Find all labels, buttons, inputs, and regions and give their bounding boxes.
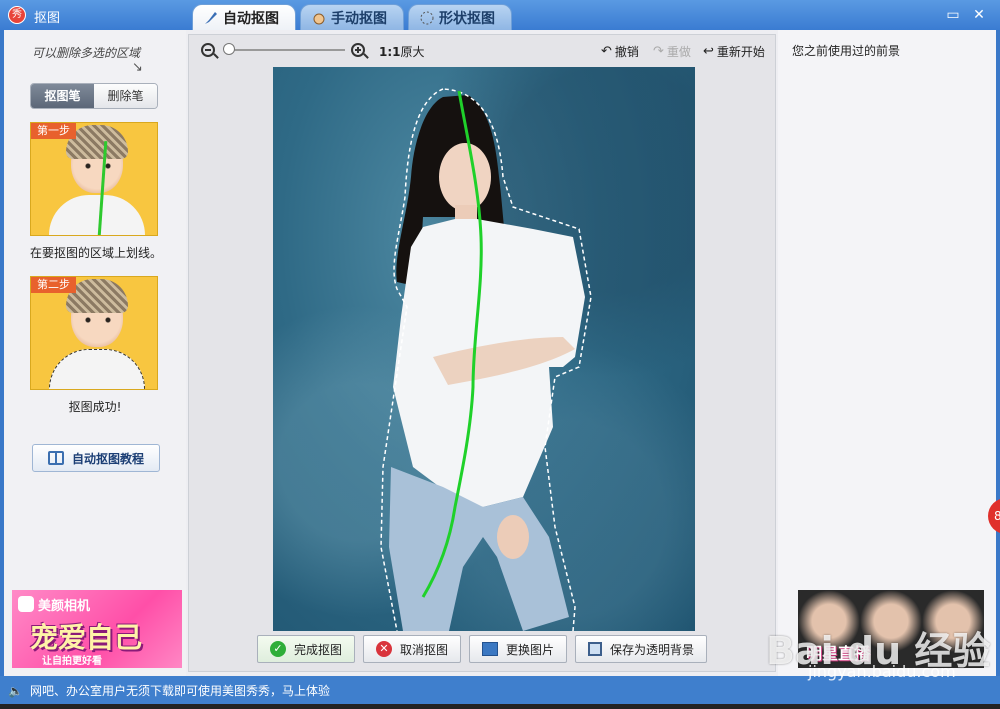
zoom-out-icon[interactable] xyxy=(201,43,215,57)
step-one-caption: 在要抠图的区域上划线。 xyxy=(30,246,163,260)
undo-icon: ↶ xyxy=(601,44,612,59)
pen-toggle: 抠图笔 删除笔 xyxy=(30,83,158,109)
step-one-image: 第一步 xyxy=(30,122,158,236)
tab-auto-cutout[interactable]: 自动抠图 xyxy=(192,4,296,30)
save-label: 保存为透明背景 xyxy=(610,642,695,657)
tutorial-button[interactable]: 自动抠图教程 xyxy=(32,444,160,472)
tutorial-label: 自动抠图教程 xyxy=(71,451,144,466)
notification-bubble[interactable]: 8 xyxy=(988,498,1000,534)
zoom-slider[interactable] xyxy=(227,49,345,51)
title-bar: 秀 抠图 自动抠图 手动抠图 形状抠图 ▭ ✕ xyxy=(0,0,1000,30)
step-two-caption: 抠图成功! xyxy=(68,400,122,414)
redo-button[interactable]: ↷ 重做 xyxy=(653,43,691,60)
restart-button[interactable]: ↩ 重新开始 xyxy=(703,43,765,60)
finish-label: 完成抠图 xyxy=(293,642,342,657)
change-image-button[interactable]: 更换图片 xyxy=(469,635,568,663)
save-icon xyxy=(588,642,603,656)
cutout-pen-button[interactable]: 抠图笔 xyxy=(31,84,94,108)
redo-label: 重做 xyxy=(666,45,691,59)
ad-headline: 宠爱自己 xyxy=(30,621,143,654)
step-badge: 第二步 xyxy=(31,277,76,293)
one-to-one-label: 1:1 xyxy=(379,45,401,59)
ad-subline: 让自拍更好看 xyxy=(42,656,102,667)
work-area: 1:1原大 ↶ 撤销 ↷ 重做 ↩ 重新开始 ✓ 完成抠图 ✕ 取消抠图 更换图… xyxy=(188,34,776,672)
main-panel: 可以删除多选的区域 ↘ 抠图笔 删除笔 第一步 在要抠图的区域上划线。 第二步 … xyxy=(4,30,1000,676)
original-size-button[interactable]: 1:1原大 xyxy=(379,43,425,60)
right-panel: 您之前使用过的前景 8 明星直播 xyxy=(778,30,1000,676)
close-button[interactable]: ✕ xyxy=(970,6,988,24)
restart-icon: ↩ xyxy=(703,44,714,59)
original-size-label: 原大 xyxy=(400,45,425,59)
brush-icon xyxy=(203,10,219,26)
save-transparent-button[interactable]: 保存为透明背景 xyxy=(575,635,708,663)
recent-foregrounds-title: 您之前使用过的前景 xyxy=(792,44,901,58)
hand-icon xyxy=(311,10,327,26)
person-photo xyxy=(380,88,592,631)
window-title: 抠图 xyxy=(34,11,61,26)
status-message[interactable]: 网吧、办公室用户无须下载即可使用美图秀秀，马上体验 xyxy=(30,682,330,699)
finish-cutout-button[interactable]: ✓ 完成抠图 xyxy=(256,635,355,663)
image-icon xyxy=(482,642,498,656)
tab-bar: 自动抠图 手动抠图 形状抠图 xyxy=(192,4,512,30)
speaker-icon: 🔈 xyxy=(8,684,23,698)
shape-icon xyxy=(419,10,435,26)
step-badge: 第一步 xyxy=(31,123,76,139)
book-icon xyxy=(47,451,64,465)
tab-manual-cutout[interactable]: 手动抠图 xyxy=(300,4,404,30)
left-panel: 可以删除多选的区域 ↘ 抠图笔 删除笔 第一步 在要抠图的区域上划线。 第二步 … xyxy=(4,30,186,676)
zoom-in-icon[interactable] xyxy=(351,43,365,57)
undo-button[interactable]: ↶ 撤销 xyxy=(601,43,639,60)
zoom-slider-thumb[interactable] xyxy=(223,43,235,55)
cancel-label: 取消抠图 xyxy=(399,642,448,657)
zoom-toolbar: 1:1原大 ↶ 撤销 ↷ 重做 ↩ 重新开始 xyxy=(189,35,775,65)
app-logo: 秀 xyxy=(8,6,26,24)
restart-label: 重新开始 xyxy=(716,45,765,59)
watermark-url: jingyan.baidu.com xyxy=(808,662,956,681)
tab-label: 自动抠图 xyxy=(223,10,279,27)
change-label: 更换图片 xyxy=(506,642,555,657)
minimize-button[interactable]: ▭ xyxy=(944,6,962,24)
tab-shape-cutout[interactable]: 形状抠图 xyxy=(408,4,512,30)
undo-label: 撤销 xyxy=(614,45,639,59)
camera-logo-icon xyxy=(18,596,34,612)
tab-label: 手动抠图 xyxy=(331,10,387,27)
action-bar: ✓ 完成抠图 ✕ 取消抠图 更换图片 保存为透明背景 xyxy=(189,635,775,669)
ad-name: 美颜相机 xyxy=(38,599,91,614)
delete-pen-button[interactable]: 删除笔 xyxy=(94,84,157,108)
photo-canvas[interactable] xyxy=(273,67,695,631)
taskbar-strip xyxy=(0,704,1000,709)
delete-hint: 可以删除多选的区域 xyxy=(32,46,141,60)
camera-ad-banner[interactable]: 美颜相机 宠爱自己 让自拍更好看 xyxy=(12,590,182,668)
step-two-image: 第二步 xyxy=(30,276,158,390)
redo-icon: ↷ xyxy=(653,44,664,59)
cancel-cutout-button[interactable]: ✕ 取消抠图 xyxy=(362,635,461,663)
curved-arrow-icon: ↘ xyxy=(132,60,143,75)
cancel-icon: ✕ xyxy=(375,641,392,657)
tab-label: 形状抠图 xyxy=(439,10,495,27)
check-icon: ✓ xyxy=(269,641,286,657)
